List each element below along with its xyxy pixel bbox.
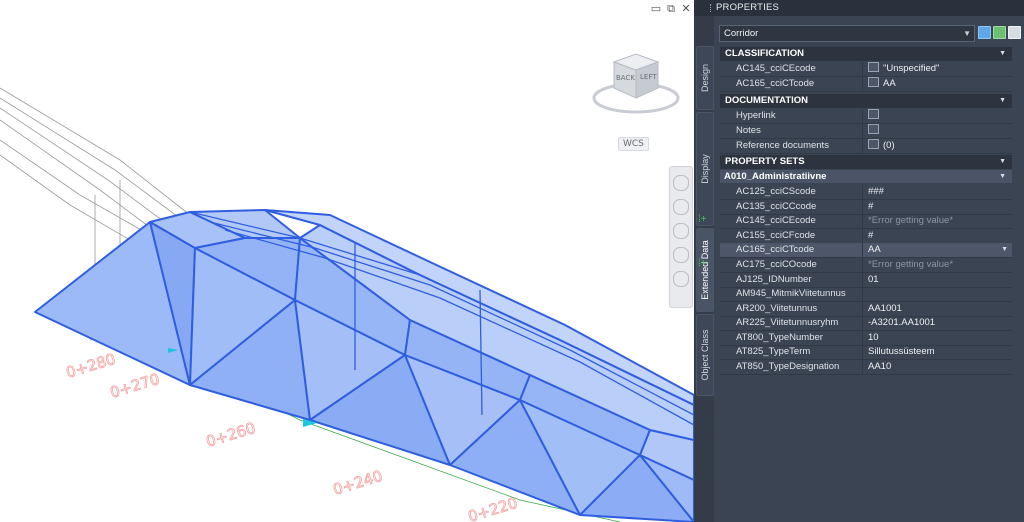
steering-wheel-icon[interactable]: [673, 175, 689, 191]
property-set-header[interactable]: A010_Administratiivne ▼: [720, 170, 1012, 183]
property-row[interactable]: AJ125_IDNumber 01: [720, 273, 1012, 288]
edit-icon[interactable]: [868, 124, 879, 134]
property-row[interactable]: AC145_cciCEcode "Unspecified": [720, 62, 1012, 77]
chevron-down-icon: ▼: [963, 29, 971, 38]
property-row[interactable]: ⁞+ AC175_cciCOcode *Error getting value*: [698, 258, 1012, 273]
tab-extended-data[interactable]: Extended Data: [696, 228, 714, 312]
property-row[interactable]: AC155_cciCFcode #: [720, 229, 1012, 244]
corridor-3d-model[interactable]: 0+280 0+270 0+260 0+240 0+220: [0, 0, 694, 522]
tab-display[interactable]: Display: [696, 112, 714, 226]
property-row-selected[interactable]: AC165_cciCTcode AA ▼: [720, 243, 1012, 258]
station-label: 0+280: [64, 350, 118, 382]
property-row[interactable]: AR200_Viitetunnus AA1001: [720, 302, 1012, 317]
property-row[interactable]: ⁞+ AC145_cciCEcode *Error getting value*: [698, 214, 1012, 229]
viewcube-left-label: LEFT: [640, 73, 657, 81]
pan-icon[interactable]: [673, 199, 689, 215]
station-label: 0+270: [108, 370, 162, 402]
pickadd-toggle-icon[interactable]: [1008, 26, 1021, 39]
formula-icon: ⁞+: [698, 214, 707, 225]
section-documentation[interactable]: DOCUMENTATION ▼: [720, 94, 1012, 108]
viewcube[interactable]: BACK LEFT: [592, 48, 682, 118]
minimize-button[interactable]: ▭: [649, 2, 663, 16]
close-button[interactable]: ✕: [679, 2, 693, 16]
tab-design[interactable]: Design: [696, 46, 714, 110]
property-row[interactable]: Reference documents (0): [720, 139, 1012, 154]
wcs-button[interactable]: WCS: [618, 137, 649, 151]
collapse-icon: ▼: [999, 173, 1006, 180]
quick-select-icon[interactable]: [993, 26, 1006, 39]
edit-icon[interactable]: [868, 139, 879, 149]
navigation-bar[interactable]: [669, 166, 693, 308]
section-classification[interactable]: CLASSIFICATION ▼: [720, 47, 1012, 61]
zoom-icon[interactable]: [673, 223, 689, 239]
property-row[interactable]: AC125_cciCScode ###: [720, 185, 1012, 200]
section-property-sets[interactable]: PROPERTY SETS ▼: [720, 155, 1012, 169]
viewcube-back-label: BACK: [616, 74, 635, 82]
property-row[interactable]: AT825_TypeTerm Sillutussüsteem: [720, 345, 1012, 360]
chevron-down-icon[interactable]: ▼: [1001, 243, 1008, 257]
property-row[interactable]: AM945_MitmikViitetunnus: [720, 287, 1012, 302]
palette-title-bar[interactable]: PROPERTIES: [694, 0, 1024, 16]
property-row[interactable]: Notes: [720, 124, 1012, 139]
table-icon: [868, 62, 879, 72]
model-viewport[interactable]: 0+280 0+270 0+260 0+240 0+220 ▭ ⧉ ✕ BACK…: [0, 0, 694, 522]
showmotion-icon[interactable]: [673, 271, 689, 287]
table-icon: [868, 77, 879, 87]
property-row[interactable]: AR225_Viitetunnusryhm -A3201.AA1001: [720, 316, 1012, 331]
edit-icon[interactable]: [868, 109, 879, 119]
object-type-select[interactable]: Corridor ▼: [719, 25, 975, 42]
grip-icon[interactable]: [710, 4, 713, 12]
property-row[interactable]: AC165_cciCTcode AA: [720, 77, 1012, 92]
orbit-icon[interactable]: [673, 247, 689, 263]
collapse-icon: ▼: [999, 97, 1006, 104]
property-row[interactable]: AT800_TypeNumber 10: [720, 331, 1012, 346]
property-row[interactable]: Hyperlink: [720, 109, 1012, 124]
collapse-icon: ▼: [999, 158, 1006, 165]
select-objects-icon[interactable]: [978, 26, 991, 39]
station-label: 0+240: [331, 467, 385, 499]
palette-title: PROPERTIES: [716, 2, 780, 13]
restore-button[interactable]: ⧉: [664, 2, 678, 16]
station-label: 0+220: [466, 494, 520, 522]
property-row[interactable]: AT850_TypeDesignation AA10: [720, 360, 1012, 375]
properties-palette: PROPERTIES Design Display Extended Data …: [694, 0, 1024, 522]
tab-object-class[interactable]: Object Class: [696, 314, 714, 396]
collapse-icon: ▼: [999, 50, 1006, 57]
formula-icon: ⁞+: [698, 258, 707, 269]
property-row[interactable]: AC135_cciCCcode #: [720, 200, 1012, 215]
station-label: 0+260: [204, 419, 258, 451]
